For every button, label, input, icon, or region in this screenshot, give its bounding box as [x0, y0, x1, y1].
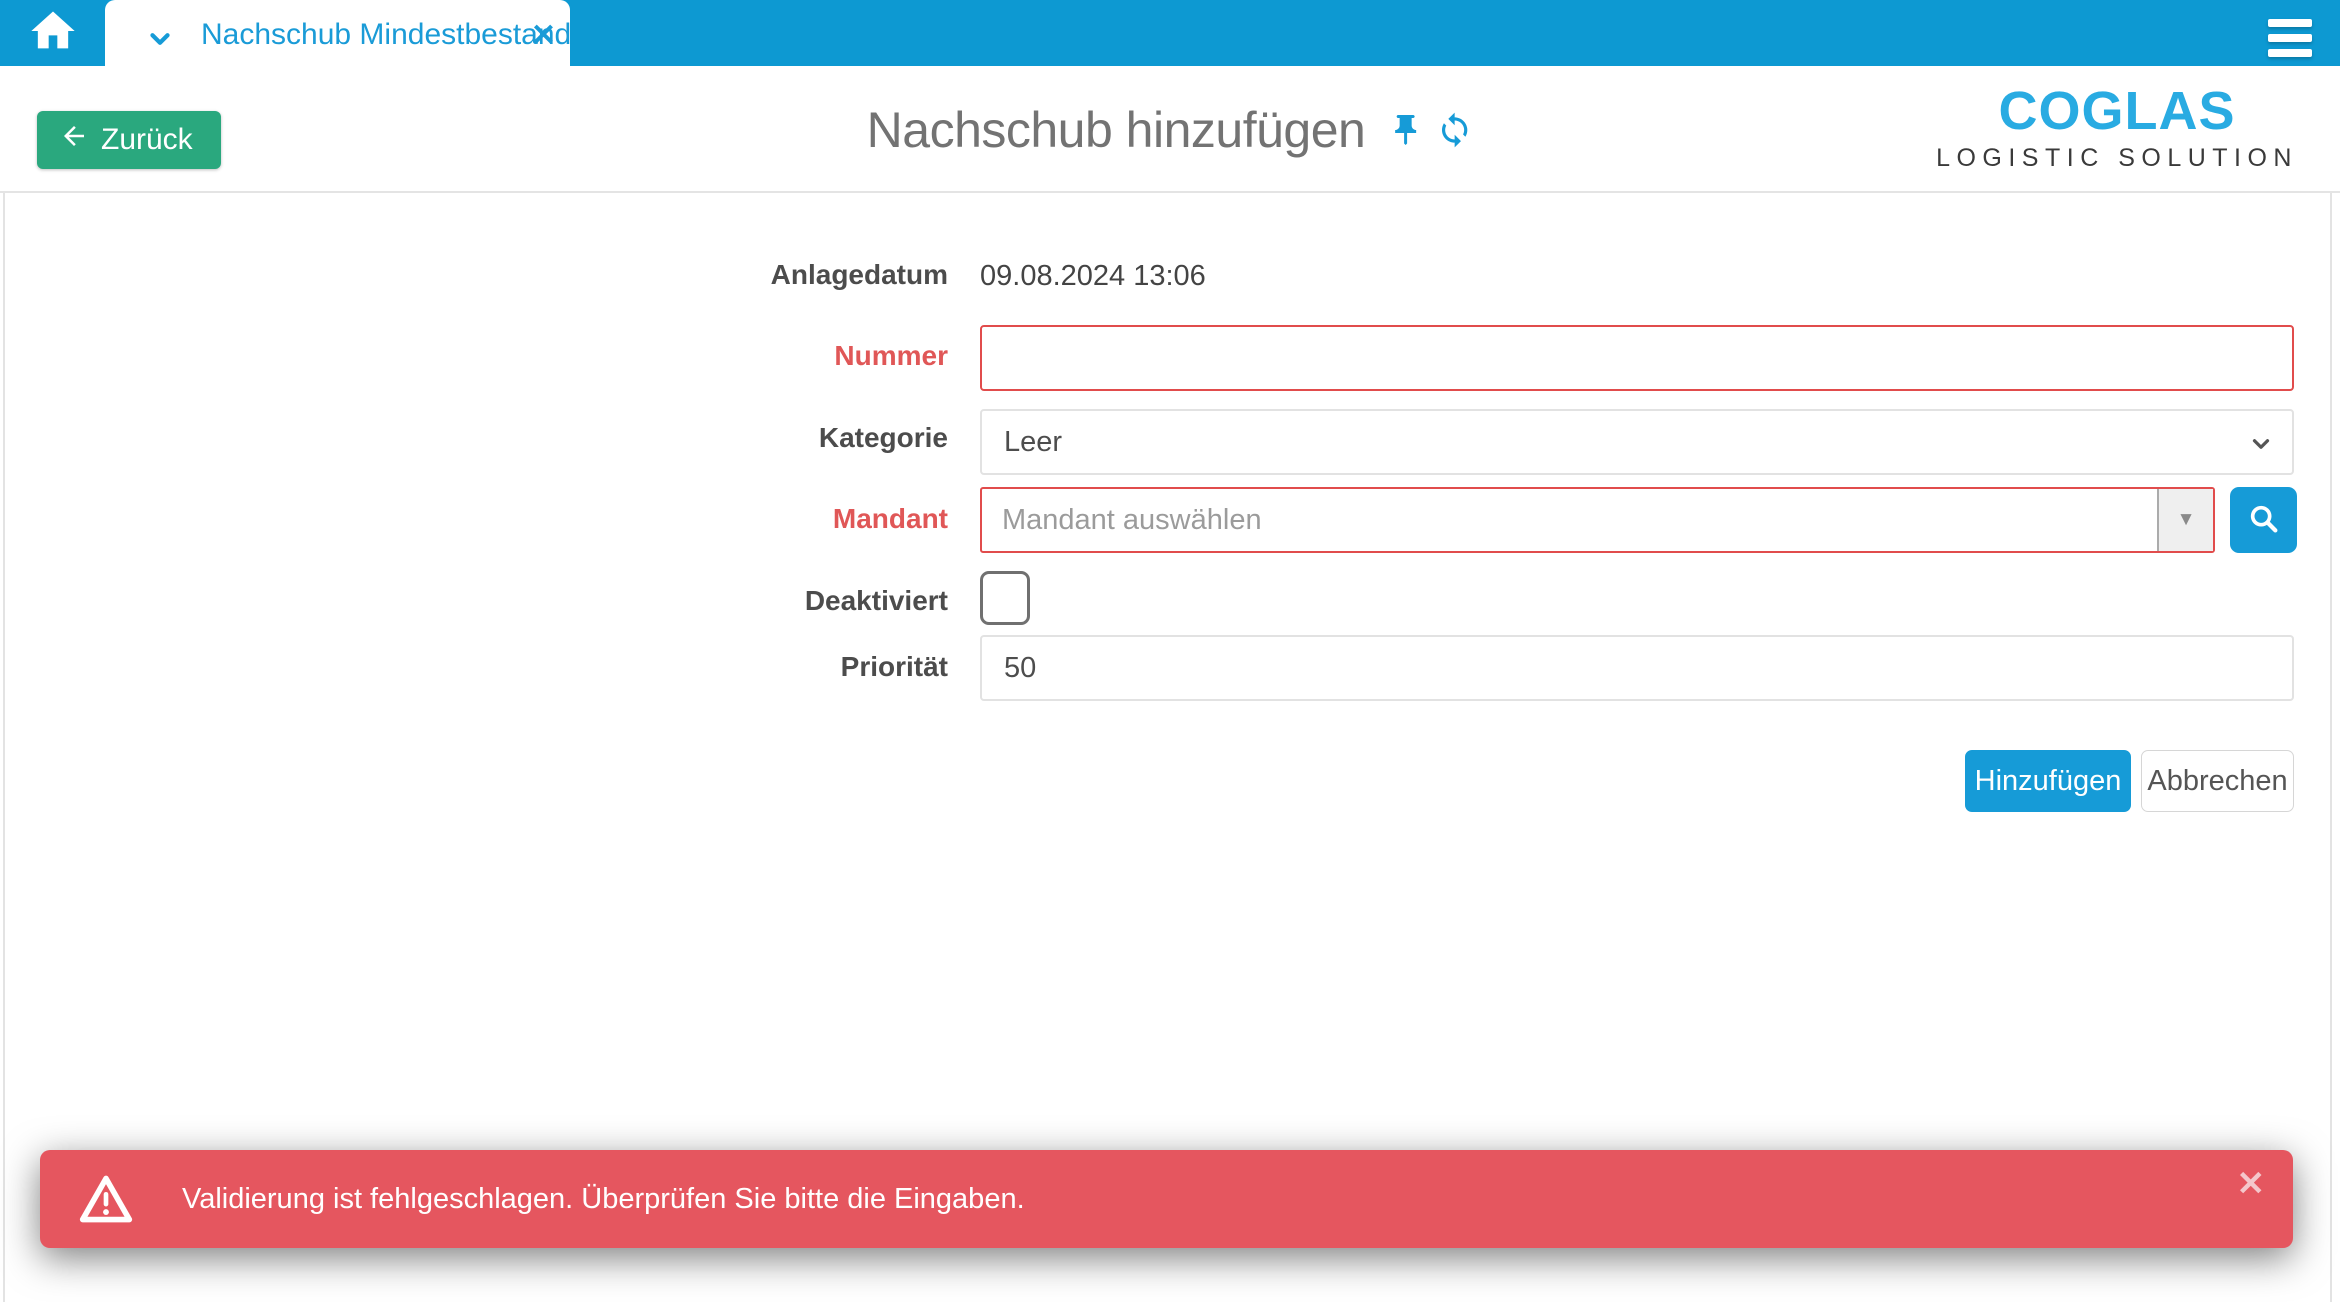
deaktiviert-checkbox[interactable]	[980, 571, 1030, 625]
add-button[interactable]: Hinzufügen	[1965, 750, 2131, 812]
tab-label: Nachschub Mindestbestand	[201, 0, 571, 70]
kategorie-select[interactable]: Leer	[980, 409, 2294, 475]
mandant-label: Mandant	[0, 503, 948, 535]
nummer-input[interactable]	[980, 325, 2294, 391]
page-title: Nachschub hinzufügen	[867, 101, 1366, 159]
hamburger-menu-icon[interactable]	[2268, 19, 2312, 64]
logo-subtitle: LOGISTIC SOLUTION	[1936, 146, 2298, 171]
topbar: Nachschub Mindestbestand ✕	[0, 0, 2340, 66]
mandant-search-button[interactable]	[2230, 487, 2297, 553]
home-button[interactable]	[14, 0, 92, 66]
arrow-left-icon	[59, 121, 89, 159]
logo-wordmark: COGLAS	[1936, 84, 2298, 138]
pin-icon[interactable]	[1387, 112, 1423, 153]
tab-close-icon[interactable]: ✕	[531, 18, 556, 53]
anlagedatum-label: Anlagedatum	[0, 259, 948, 291]
app-window: Nachschub Mindestbestand ✕ Zurück Nachsc…	[0, 0, 2340, 1302]
back-button-label: Zurück	[101, 123, 193, 157]
refresh-icon[interactable]	[1435, 111, 1473, 154]
validation-error-message: Validierung ist fehlgeschlagen. Überprüf…	[182, 1183, 1025, 1216]
chevron-down-icon	[2248, 431, 2274, 465]
deaktiviert-label: Deaktiviert	[0, 585, 948, 617]
mandant-input[interactable]	[982, 489, 2157, 551]
banner-close-icon[interactable]: ✕	[2237, 1164, 2266, 1204]
anlagedatum-value: 09.08.2024 13:06	[980, 260, 1206, 293]
header: Zurück Nachschub hinzufügen COGLAS LOGIS…	[0, 66, 2340, 193]
prioritaet-input[interactable]	[980, 635, 2294, 701]
back-button[interactable]: Zurück	[37, 111, 221, 169]
home-icon	[27, 5, 79, 62]
dropdown-arrow-icon: ▼	[2177, 509, 2196, 531]
replenishment-form: Anlagedatum 09.08.2024 13:06 Nummer Kate…	[0, 193, 2340, 893]
mandant-combobox: ▼	[980, 487, 2215, 553]
chevron-down-icon[interactable]	[145, 24, 175, 59]
cancel-button[interactable]: Abbrechen	[2141, 750, 2294, 812]
warning-icon	[78, 1173, 134, 1225]
mandant-dropdown-toggle[interactable]: ▼	[2157, 489, 2213, 551]
kategorie-selected-value: Leer	[1004, 426, 1062, 459]
validation-error-banner: Validierung ist fehlgeschlagen. Überprüf…	[40, 1150, 2293, 1248]
title-group: Nachschub hinzufügen	[867, 66, 1474, 193]
nummer-label: Nummer	[0, 340, 948, 372]
kategorie-label: Kategorie	[0, 422, 948, 454]
search-icon	[2247, 502, 2281, 539]
coglas-logo: COGLAS LOGISTIC SOLUTION	[1936, 84, 2298, 171]
prioritaet-label: Priorität	[0, 651, 948, 683]
